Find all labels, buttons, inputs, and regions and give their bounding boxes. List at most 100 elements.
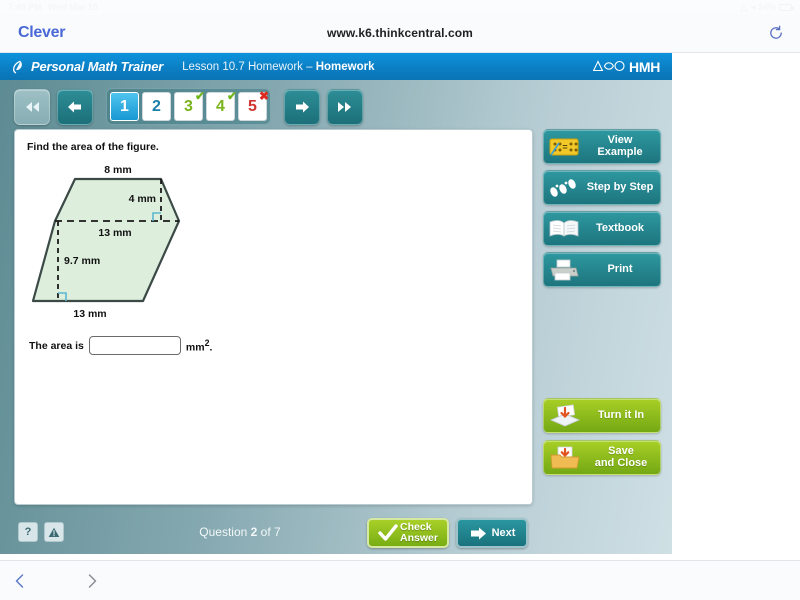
inbox-tray-icon: [544, 401, 586, 431]
composite-figure-svg: 8 mm 4 mm 13 mm 9.7 mm 13 mm: [15, 157, 265, 342]
figure-label-top: 8 mm: [104, 164, 131, 176]
answer-input[interactable]: [89, 336, 181, 355]
hmh-logo: HMH: [593, 59, 660, 75]
pencil-cup-icon: [12, 59, 26, 75]
page-number-group: 1 2 3 ✔ 4 ✔ 5 ✖: [106, 88, 271, 125]
answer-unit: mm2.: [186, 338, 212, 354]
checkmark-icon: [378, 524, 398, 542]
pmt-brand: Personal Math Trainer: [12, 59, 163, 75]
page-button-1[interactable]: 1: [110, 92, 139, 121]
geometry-figure: 8 mm 4 mm 13 mm 9.7 mm 13 mm: [15, 157, 532, 342]
question-navigation-toolbar: 1 2 3 ✔ 4 ✔ 5 ✖: [14, 88, 654, 124]
correct-check-icon: ✔: [195, 89, 205, 103]
page-number-label: 3: [184, 98, 193, 116]
question-counter: Question 2 of 7: [145, 525, 335, 539]
next-question-button[interactable]: Next: [456, 518, 528, 548]
check-answer-button[interactable]: Check Answer: [367, 518, 449, 548]
warning-triangle-icon: [48, 527, 60, 538]
lesson-title: Lesson 10.7 Homework – Homework: [182, 61, 374, 73]
check-label-line2: Answer: [400, 532, 438, 544]
help-button[interactable]: ?: [18, 522, 38, 542]
answer-row: The area is mm2.: [29, 336, 212, 355]
page-button-3[interactable]: 3 ✔: [174, 92, 203, 121]
page-number-label: 2: [152, 98, 161, 116]
hmh-label: HMH: [629, 59, 660, 75]
battery-percent-label: 34%: [758, 2, 776, 12]
location-icon: ◂: [750, 2, 755, 13]
nav-next-question-button[interactable]: [284, 89, 320, 125]
figure-label-right-height: 4 mm: [129, 193, 156, 205]
tool-label-line1: View: [608, 134, 633, 146]
page-button-4[interactable]: 4 ✔: [206, 92, 235, 121]
save-and-close-button[interactable]: Save and Close: [543, 440, 661, 475]
address-bar-url[interactable]: www.k6.thinkcentral.com: [0, 26, 800, 40]
lesson-title-prefix: Lesson 10.7 Homework –: [182, 61, 316, 73]
view-example-button[interactable]: = View Example: [543, 129, 661, 164]
nav-previous-question-button[interactable]: [57, 89, 93, 125]
unit-base: mm: [186, 341, 205, 353]
nav-last-question-button[interactable]: [327, 89, 363, 125]
screen-root: 7:45 PM Wed Mar 10 △ ◂ 34% Clever www.k6…: [0, 0, 800, 600]
turn-it-in-button[interactable]: Turn it In: [543, 398, 661, 433]
wifi-icon: △: [741, 2, 748, 13]
app-footer-bar: ? Question 2 of 7 Check Answer: [0, 513, 672, 554]
print-label: Print: [584, 264, 660, 276]
open-book-icon: [544, 214, 584, 244]
save-and-close-label: Save and Close: [586, 446, 660, 469]
figure-label-bottom: 13 mm: [73, 308, 106, 320]
figure-label-middle: 13 mm: [98, 227, 131, 239]
submit-button-panel: Turn it In Save and Close: [543, 398, 661, 482]
view-example-label: View Example: [584, 135, 660, 158]
question-counter-prefix: Question: [199, 525, 250, 539]
unit-suffix: .: [209, 341, 212, 353]
hmh-shapes-icon: [593, 60, 625, 73]
browser-toolbar: Clever www.k6.thinkcentral.com: [0, 14, 800, 53]
report-problem-button[interactable]: [44, 522, 64, 542]
next-question-label: Next: [492, 527, 516, 539]
correct-check-icon: ✔: [227, 89, 237, 103]
browser-back-button[interactable]: [10, 571, 30, 591]
app-header-bar: Personal Math Trainer Lesson 10.7 Homewo…: [0, 53, 672, 80]
printer-icon: [544, 255, 584, 285]
save-label-line2: and Close: [595, 457, 648, 469]
step-by-step-label: Step by Step: [584, 182, 660, 194]
page-button-5[interactable]: 5 ✖: [238, 92, 267, 121]
question-mark-icon: ?: [25, 526, 32, 538]
step-by-step-button[interactable]: Step by Step: [543, 170, 661, 205]
browser-bottom-toolbar: [0, 560, 800, 600]
figure-label-left-height: 9.7 mm: [64, 255, 100, 267]
device-status-bar: 7:45 PM Wed Mar 10 △ ◂ 34%: [0, 0, 800, 14]
pmt-brand-label: Personal Math Trainer: [31, 59, 163, 74]
check-answer-label: Check Answer: [400, 522, 438, 544]
turn-it-in-label: Turn it In: [586, 410, 660, 422]
figure-outline: [33, 179, 179, 301]
page-button-2[interactable]: 2: [142, 92, 171, 121]
browser-forward-button[interactable]: [82, 571, 102, 591]
incorrect-x-icon: ✖: [259, 89, 269, 103]
textbook-button[interactable]: Textbook: [543, 211, 661, 246]
reload-icon[interactable]: [766, 23, 786, 43]
save-label-line1: Save: [608, 445, 634, 457]
pmt-application: Personal Math Trainer Lesson 10.7 Homewo…: [0, 53, 672, 554]
question-counter-total: 7: [274, 525, 281, 539]
question-counter-middle: of: [257, 525, 274, 539]
answer-prefix-label: The area is: [29, 340, 84, 352]
nav-first-question-button[interactable]: [14, 89, 50, 125]
status-time: 7:45 PM: [8, 2, 42, 12]
page-number-label: 1: [120, 98, 129, 116]
lesson-title-suffix: Homework: [316, 61, 375, 73]
question-card: Find the area of the figure. 8 mm 4 mm: [14, 129, 533, 505]
status-date: Wed Mar 10: [48, 2, 98, 12]
page-number-label: 4: [216, 98, 225, 116]
tool-button-panel: = View Example: [543, 129, 661, 293]
print-button[interactable]: Print: [543, 252, 661, 287]
page-number-label: 5: [248, 98, 257, 116]
math-example-icon: =: [544, 132, 584, 162]
arrow-right-icon: [469, 526, 487, 541]
battery-icon: [779, 4, 792, 11]
footprints-icon: [544, 173, 584, 203]
textbook-label: Textbook: [584, 223, 660, 235]
tool-label-line2: Example: [597, 146, 642, 158]
svg-text:=: =: [562, 142, 567, 152]
question-prompt: Find the area of the figure.: [27, 141, 532, 153]
